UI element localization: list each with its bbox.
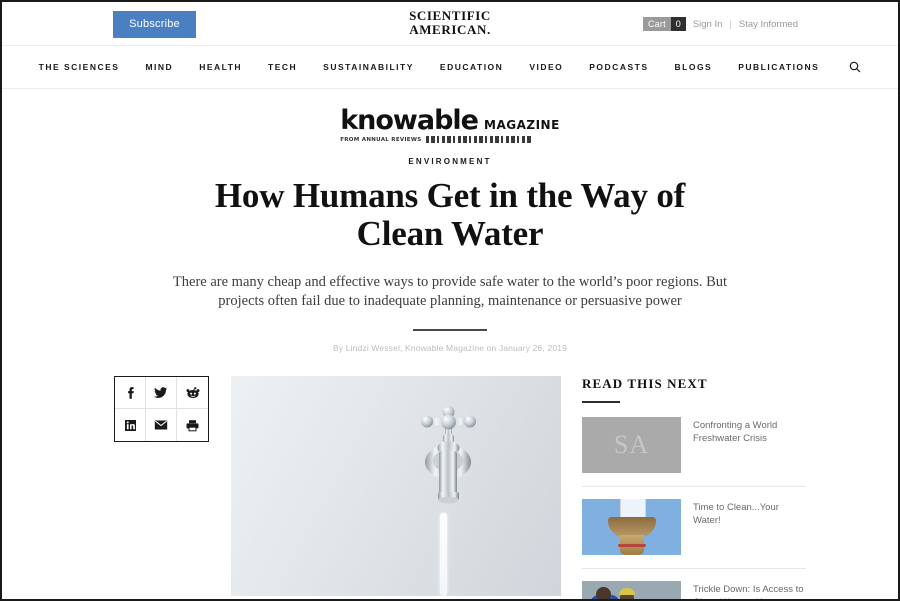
nav-item-health[interactable]: HEALTH	[199, 62, 242, 72]
article-byline: By Lindzi Wessel, Knowable Magazine on J…	[333, 343, 567, 353]
list-item-title: Time to Clean...Your Water!	[693, 502, 779, 526]
nav-item-mind[interactable]: MIND	[145, 62, 173, 72]
nav-item-sustainability[interactable]: SUSTAINABILITY	[323, 62, 414, 72]
page-root: Subscribe SCIENTIFIC AMERICAN. Cart 0 Si…	[0, 0, 900, 601]
nav-item-tech[interactable]: TECH	[268, 62, 297, 72]
filter-vessel-shape	[608, 517, 656, 537]
filter-ring-shape	[618, 544, 646, 547]
list-item[interactable]: Trickle Down: Is Access to Clean Water a…	[582, 581, 806, 599]
sa-logo-mark: SA	[613, 430, 650, 459]
list-item-title: Trickle Down: Is Access to Clean Water a…	[693, 584, 804, 599]
nav-item-the-sciences[interactable]: THE SCIENCES	[39, 62, 120, 72]
knowable-logo-wordmark: knowable MAGAZINE	[340, 107, 560, 134]
utility-bar: Subscribe SCIENTIFIC AMERICAN. Cart 0 Si…	[2, 2, 898, 46]
water-stream	[440, 513, 447, 596]
article-hero-image	[231, 376, 561, 596]
knowable-logo-word: knowable	[340, 105, 479, 136]
article-thumbnail-water-filter	[582, 499, 681, 555]
knowable-logo-subline: FROM ANNUAL REVIEWS	[340, 136, 560, 143]
read-this-next-divider	[582, 401, 620, 403]
linkedin-icon[interactable]	[115, 409, 146, 441]
header-divider	[413, 329, 487, 331]
utility-separator: |	[729, 18, 732, 30]
nav-item-podcasts[interactable]: PODCASTS	[589, 62, 648, 72]
article-thumbnail-people-at-water-point	[582, 581, 681, 599]
person-head-shape	[596, 587, 611, 599]
print-icon[interactable]	[177, 409, 208, 441]
sign-in-link[interactable]: Sign In	[693, 19, 723, 30]
cap-shape	[619, 588, 635, 595]
nav-item-video[interactable]: VIDEO	[529, 62, 563, 72]
reddit-icon[interactable]	[177, 377, 208, 409]
article-deck: There are many cheap and effective ways …	[172, 274, 728, 309]
knowable-logo-magazine: MAGAZINE	[484, 118, 560, 132]
article-thumbnail-sa-placeholder: SA	[582, 417, 681, 473]
main-navigation: THE SCIENCES MIND HEALTH TECH SUSTAINABI…	[2, 46, 898, 89]
annual-reviews-bars-icon	[426, 136, 533, 143]
read-this-next-title: READ THIS NEXT	[582, 376, 708, 391]
share-button-grid	[114, 376, 209, 442]
hero-column	[231, 376, 561, 596]
read-this-next-section: READ THIS NEXT SA Confronting a World Fr…	[582, 376, 806, 599]
site-logo-line1: SCIENTIFIC	[409, 8, 491, 23]
page-title: How Humans Get in the Way of Clean Water	[214, 176, 686, 253]
nav-item-publications[interactable]: PUBLICATIONS	[738, 62, 819, 72]
facebook-icon[interactable]	[115, 377, 146, 409]
article-kicker[interactable]: ENVIRONMENT	[2, 157, 898, 166]
list-item[interactable]: Time to Clean...Your Water!	[582, 499, 806, 569]
email-icon[interactable]	[146, 409, 177, 441]
nav-item-education[interactable]: EDUCATION	[440, 62, 503, 72]
list-item[interactable]: SA Confronting a World Freshwater Crisis	[582, 417, 806, 487]
twitter-icon[interactable]	[146, 377, 177, 409]
knowable-logo-from-text: FROM ANNUAL REVIEWS	[340, 136, 422, 143]
article-body-grid: READ THIS NEXT SA Confronting a World Fr…	[2, 376, 898, 599]
share-column	[114, 376, 210, 442]
stay-informed-link[interactable]: Stay Informed	[739, 19, 798, 30]
nav-item-blogs[interactable]: BLOGS	[675, 62, 713, 72]
search-icon[interactable]	[849, 61, 861, 73]
cart-count-badge: 0	[670, 17, 686, 31]
list-item-title: Confronting a World Freshwater Crisis	[693, 420, 778, 444]
faucet-graphic	[421, 406, 476, 504]
article-header: knowable MAGAZINE FROM ANNUAL REVIEWS EN…	[2, 89, 898, 353]
utility-links: Cart 0 Sign In | Stay Informed	[642, 17, 798, 31]
cart-label: Cart	[642, 17, 671, 31]
knowable-magazine-logo[interactable]: knowable MAGAZINE FROM ANNUAL REVIEWS	[340, 107, 560, 143]
cart-button[interactable]: Cart 0	[642, 17, 686, 31]
